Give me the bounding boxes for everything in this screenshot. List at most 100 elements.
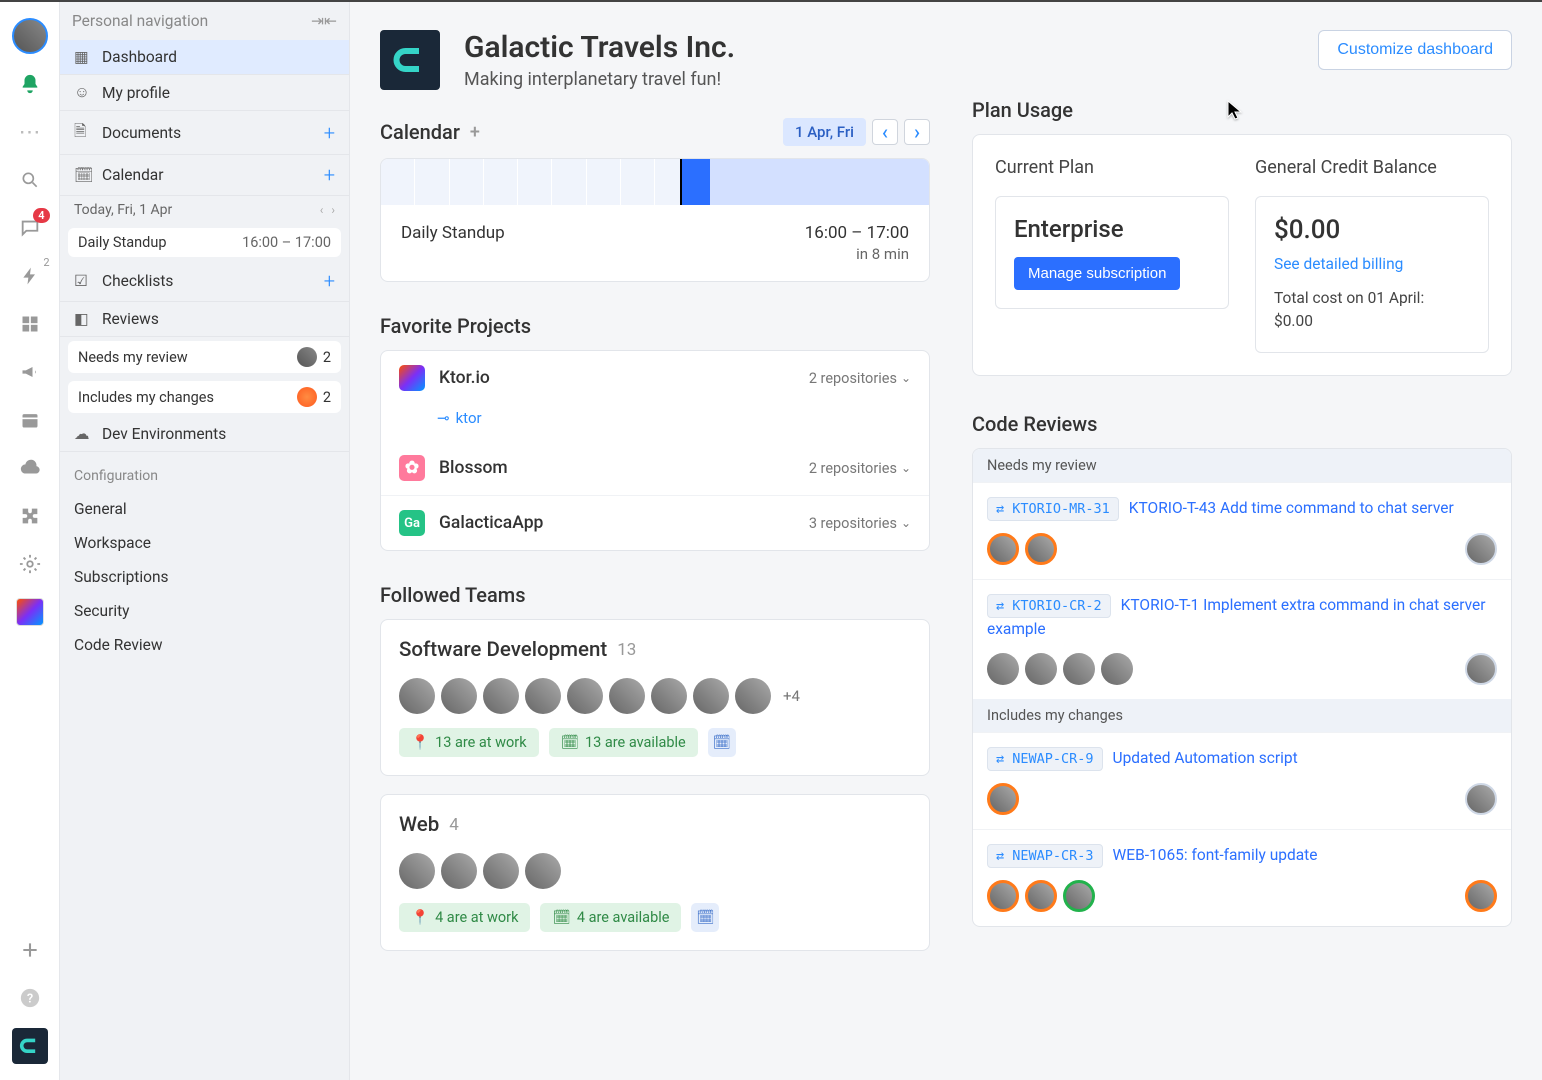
calendar-event[interactable]: Daily Standup 16:00 – 17:00 in 8 min [381,205,929,281]
megaphone-icon[interactable] [12,354,48,390]
review-item[interactable]: ⇄ NEWAP-CR-3 WEB-1065: font-family updat… [973,829,1511,926]
sidebar-meeting[interactable]: Daily Standup 16:00 – 17:00 [68,228,341,257]
app-logo[interactable] [12,1028,48,1064]
reviewer-avatar[interactable] [1063,653,1095,685]
author-avatar[interactable] [1465,653,1497,685]
config-security[interactable]: Security [60,594,349,628]
sidebar-item-checklists[interactable]: ☑ Checklists + [60,261,349,302]
search-icon[interactable] [12,162,48,198]
fav-title: Favorite Projects [380,314,531,338]
reviewer-avatar[interactable] [1025,533,1057,565]
config-workspace[interactable]: Workspace [60,526,349,560]
sidebar-item-dev-env[interactable]: ☁ Dev Environments [60,417,349,452]
plan-card: Current Plan Enterprise Manage subscript… [972,134,1512,376]
team-avatars: +4 [399,678,911,714]
calendar-icon[interactable] [12,402,48,438]
team-card[interactable]: Web4 📍4 are at work 🗓4 are available 🗓 [380,794,930,951]
available-tag[interactable]: 🗓4 are available [540,903,681,932]
reviewer-avatar[interactable] [987,653,1019,685]
event-block[interactable] [682,159,709,205]
sidebar-item-calendar[interactable]: 🗓 Calendar + [60,155,349,196]
help-icon[interactable]: ? [12,980,48,1016]
cal-next-icon[interactable]: › [904,119,930,145]
review-item[interactable]: ⇄ KTORIO-CR-2 KTORIO-T-1 Implement extra… [973,579,1511,699]
chat-icon[interactable]: 4 [12,210,48,246]
manage-subscription-button[interactable]: Manage subscription [1014,257,1180,290]
sidebar-item-dashboard[interactable]: ▦ Dashboard [60,40,349,75]
day-nav[interactable]: ‹› [320,203,335,217]
config-subscriptions[interactable]: Subscriptions [60,560,349,594]
schedule-icon[interactable]: 🗓 [708,728,736,757]
schedule-icon[interactable]: 🗓 [691,903,719,932]
calendar-sm-icon: 🗓 [74,166,92,184]
config-general[interactable]: General [60,492,349,526]
plus-icon[interactable] [12,932,48,968]
cloud-sm-icon: ☁ [74,425,92,443]
author-avatar[interactable] [1465,533,1497,565]
repo-count[interactable]: 3 repositories⌄ [809,515,911,532]
add-calendar-icon[interactable]: + [324,163,335,187]
author-avatar[interactable] [1465,880,1497,912]
review-badge: ⇄ NEWAP-CR-9 [987,747,1103,771]
project-row[interactable]: ✿ Blossom 2 repositories⌄ [381,441,929,495]
reviews-title: Code Reviews [972,412,1097,436]
avatar-more[interactable]: +4 [783,687,800,705]
sidebar-needs-review[interactable]: Needs my review 2 [68,341,341,373]
reviewer-avatar[interactable] [1063,880,1095,912]
review-title: Updated Automation script [1113,749,1298,767]
cal-icon: 🗓 [552,909,570,926]
more-icon[interactable]: ⋯ [12,114,48,150]
project-name: Ktor.io [439,368,795,388]
add-checklist-icon[interactable]: + [324,269,335,293]
review-item[interactable]: ⇄ NEWAP-CR-9 Updated Automation script [973,732,1511,829]
review-item[interactable]: ⇄ KTORIO-MR-31 KTORIO-T-43 Add time comm… [973,482,1511,579]
mini-avatar [297,347,317,367]
billing-link[interactable]: See detailed billing [1274,255,1470,273]
calendar-strip[interactable] [381,159,929,205]
team-card[interactable]: Software Development13 +4 📍13 are at wor… [380,619,930,776]
calendar-date[interactable]: 1 Apr, Fri [783,118,866,146]
org-logo [380,30,440,90]
config-code-review[interactable]: Code Review [60,628,349,662]
project-row[interactable]: Ktor.io 2 repositories⌄ [381,351,929,405]
reviewer-avatar[interactable] [987,533,1019,565]
reviewer-avatar[interactable] [987,783,1019,815]
team-avatars [399,853,911,889]
meeting-name: Daily Standup [78,234,166,251]
reviewer-avatar[interactable] [1101,653,1133,685]
sidebar-includes-changes[interactable]: Includes my changes 2 [68,381,341,413]
sidebar-item-documents[interactable]: 🗎 Documents + [60,111,349,155]
org-tagline: Making interplanetary travel fun! [464,69,735,90]
favorite-projects: Ktor.io 2 repositories⌄ ⊸ktor ✿ Blossom … [380,350,930,551]
reviewer-avatar[interactable] [987,880,1019,912]
available-tag[interactable]: 🗓13 are available [549,728,698,757]
current-plan-label: Current Plan [995,157,1229,178]
cal-prev-icon[interactable]: ‹ [872,119,898,145]
at-work-tag[interactable]: 📍13 are at work [399,728,539,757]
rail-avatar[interactable] [12,18,48,54]
author-avatar[interactable] [1465,783,1497,815]
puzzle-icon[interactable] [12,498,48,534]
add-event-icon[interactable]: + [470,122,480,143]
add-document-icon[interactable]: + [324,121,335,145]
project-row[interactable]: Ga GalacticaApp 3 repositories⌄ [381,495,929,550]
apps-icon[interactable] [12,306,48,342]
reviewer-avatar[interactable] [1025,880,1057,912]
customize-button[interactable]: Customize dashboard [1318,30,1512,70]
sidebar-item-profile[interactable]: ☺ My profile [60,75,349,111]
toolbox-icon[interactable] [12,594,48,630]
collapse-icon[interactable]: ⇥⇤ [311,12,337,30]
balance-value: $0.00 [1274,215,1470,245]
bolt-icon[interactable]: 2 [12,258,48,294]
cr-section-header: Includes my changes [973,699,1511,732]
team-name: Web [399,813,439,837]
repo-link[interactable]: ⊸ktor [381,405,929,441]
sidebar-item-reviews[interactable]: ◧ Reviews [60,302,349,337]
reviewer-avatar[interactable] [1025,653,1057,685]
gear-icon[interactable] [12,546,48,582]
at-work-tag[interactable]: 📍4 are at work [399,903,530,932]
repo-count[interactable]: 2 repositories⌄ [809,460,911,477]
cloud-icon[interactable] [12,450,48,486]
repo-count[interactable]: 2 repositories⌄ [809,370,911,387]
bell-icon[interactable] [12,66,48,102]
